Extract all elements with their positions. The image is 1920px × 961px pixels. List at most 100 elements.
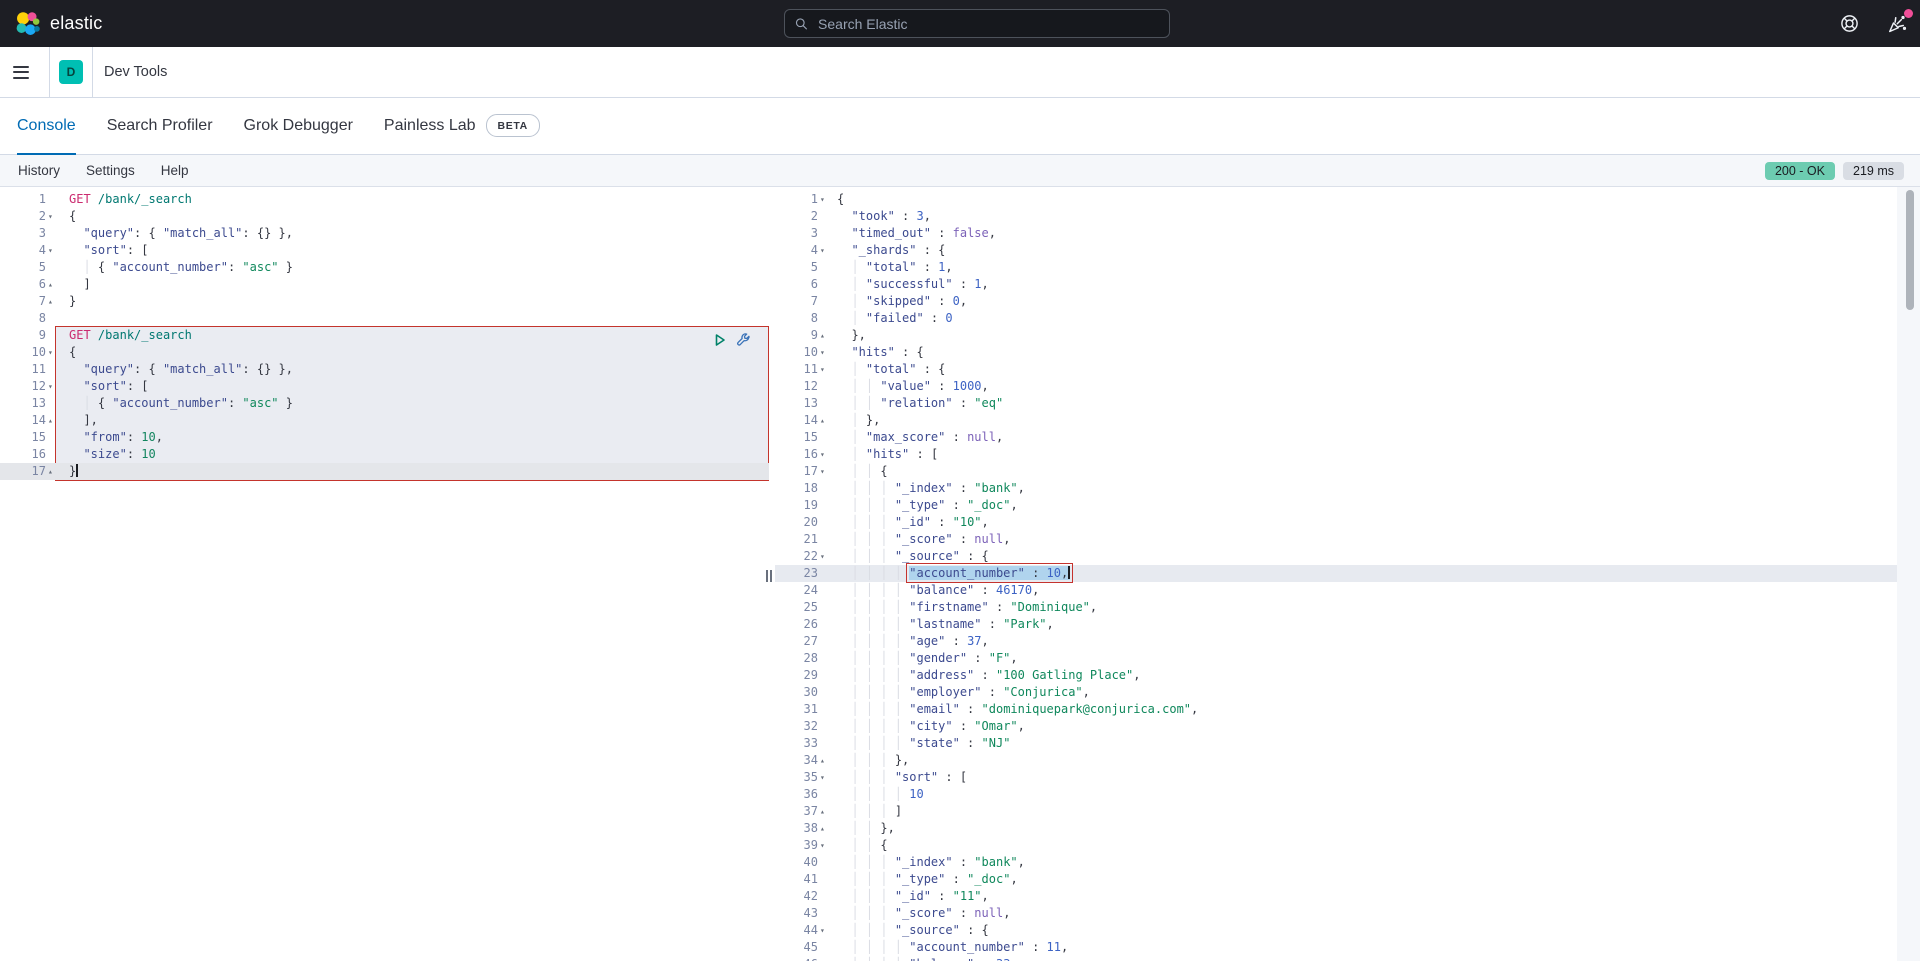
help-button[interactable]: [1836, 11, 1862, 37]
code-text[interactable]: {: [57, 344, 775, 361]
code-text[interactable]: │ │ │ │ "state" : "NJ": [829, 735, 1920, 752]
code-text[interactable]: │ │ │ },: [829, 752, 1920, 769]
code-text[interactable]: │ │ {: [829, 837, 1920, 854]
code-text[interactable]: }: [57, 293, 775, 310]
fold-arrow[interactable]: ▾: [818, 344, 829, 361]
code-text[interactable]: │ │ │ │ "gender" : "F",: [829, 650, 1920, 667]
code-text[interactable]: │ │ │ "_score" : null,: [829, 905, 1920, 922]
code-text[interactable]: "timed_out" : false,: [829, 225, 1920, 242]
code-text[interactable]: │ │ │ "sort" : [: [829, 769, 1920, 786]
code-text[interactable]: ],: [57, 412, 775, 429]
history-link[interactable]: History: [18, 163, 60, 178]
search-input[interactable]: [816, 15, 1159, 33]
code-text[interactable]: │ │ │ │ "account_number" : 10,: [829, 565, 1920, 582]
pane-resizer[interactable]: [762, 187, 775, 961]
code-text[interactable]: │ "failed" : 0: [829, 310, 1920, 327]
code-text[interactable]: │ │ │ "_type" : "_doc",: [829, 497, 1920, 514]
code-text[interactable]: │ │ │ │ "balance" : 46170,: [829, 582, 1920, 599]
code-text[interactable]: │ │ │ ]: [829, 803, 1920, 820]
fold-arrow[interactable]: ▴: [46, 293, 57, 310]
tab-grok-debugger[interactable]: Grok Debugger: [244, 98, 353, 155]
fold-arrow[interactable]: ▴: [818, 820, 829, 837]
elastic-logo[interactable]: elastic: [15, 11, 102, 37]
request-editor-lines[interactable]: 1GET /bank/_search2▾{3 "query": { "match…: [0, 191, 775, 480]
fold-arrow[interactable]: ▴: [818, 327, 829, 344]
tab-painless-lab[interactable]: Painless Lab BETA: [384, 98, 540, 155]
fold-arrow[interactable]: ▾: [818, 922, 829, 939]
response-lines[interactable]: 1▾{2 "took" : 3,3 "timed_out" : false,4▾…: [775, 191, 1920, 961]
code-text[interactable]: │ "total" : {: [829, 361, 1920, 378]
fold-arrow[interactable]: ▾: [818, 361, 829, 378]
code-text[interactable]: }: [57, 463, 775, 480]
fold-arrow[interactable]: ▴: [818, 803, 829, 820]
code-text[interactable]: "took" : 3,: [829, 208, 1920, 225]
code-text[interactable]: "size": 10: [57, 446, 775, 463]
code-text[interactable]: "query": { "match_all": {} },: [57, 361, 775, 378]
fold-arrow[interactable]: ▾: [46, 208, 57, 225]
code-text[interactable]: "from": 10,: [57, 429, 775, 446]
fold-arrow[interactable]: ▾: [818, 463, 829, 480]
code-text[interactable]: │ │ │ "_source" : {: [829, 548, 1920, 565]
fold-arrow[interactable]: ▾: [818, 446, 829, 463]
code-text[interactable]: "_shards" : {: [829, 242, 1920, 259]
code-text[interactable]: │ │ "value" : 1000,: [829, 378, 1920, 395]
code-text[interactable]: │ │ │ │ "balance" : 33: [829, 956, 1920, 961]
response-scrollbar-thumb[interactable]: [1906, 190, 1914, 310]
code-text[interactable]: │ │ │ "_index" : "bank",: [829, 854, 1920, 871]
code-text[interactable]: │ │ │ "_type" : "_doc",: [829, 871, 1920, 888]
fold-arrow[interactable]: ▴: [46, 276, 57, 293]
code-text[interactable]: │ "successful" : 1,: [829, 276, 1920, 293]
fold-arrow[interactable]: ▴: [46, 463, 57, 480]
global-search[interactable]: [784, 9, 1170, 38]
fold-arrow[interactable]: ▾: [818, 837, 829, 854]
fold-arrow[interactable]: ▴: [46, 412, 57, 429]
settings-link[interactable]: Settings: [86, 163, 135, 178]
code-text[interactable]: │ │ {: [829, 463, 1920, 480]
response-pane[interactable]: 1▾{2 "took" : 3,3 "timed_out" : false,4▾…: [775, 187, 1920, 961]
code-text[interactable]: │ { "account_number": "asc" }: [57, 395, 775, 412]
code-text[interactable]: │ │ },: [829, 820, 1920, 837]
code-text[interactable]: "sort": [: [57, 378, 775, 395]
fold-arrow[interactable]: ▴: [818, 752, 829, 769]
code-text[interactable]: "query": { "match_all": {} },: [57, 225, 775, 242]
fold-arrow[interactable]: ▾: [46, 344, 57, 361]
code-text[interactable]: │ │ │ │ "account_number" : 11,: [829, 939, 1920, 956]
code-text[interactable]: │ },: [829, 412, 1920, 429]
code-text[interactable]: │ │ │ │ "age" : 37,: [829, 633, 1920, 650]
fold-arrow[interactable]: ▾: [818, 242, 829, 259]
code-text[interactable]: │ { "account_number": "asc" }: [57, 259, 775, 276]
newsfeed-button[interactable]: [1884, 11, 1910, 37]
code-text[interactable]: GET /bank/_search: [57, 327, 775, 344]
code-text[interactable]: │ │ │ │ "firstname" : "Dominique",: [829, 599, 1920, 616]
code-text[interactable]: │ │ │ │ "address" : "100 Gatling Place",: [829, 667, 1920, 684]
fold-arrow[interactable]: ▾: [46, 242, 57, 259]
help-link[interactable]: Help: [161, 163, 189, 178]
code-text[interactable]: │ │ │ │ "city" : "Omar",: [829, 718, 1920, 735]
code-text[interactable]: {: [829, 191, 1920, 208]
tab-console[interactable]: Console: [17, 98, 76, 155]
code-text[interactable]: │ │ │ "_id" : "10",: [829, 514, 1920, 531]
code-text[interactable]: │ "total" : 1,: [829, 259, 1920, 276]
fold-arrow[interactable]: ▾: [818, 548, 829, 565]
code-text[interactable]: │ │ "relation" : "eq": [829, 395, 1920, 412]
code-text[interactable]: },: [829, 327, 1920, 344]
code-text[interactable]: │ │ │ │ "lastname" : "Park",: [829, 616, 1920, 633]
code-text[interactable]: {: [57, 208, 775, 225]
send-request-button[interactable]: [712, 332, 728, 348]
code-text[interactable]: │ "hits" : [: [829, 446, 1920, 463]
code-text[interactable]: [57, 310, 775, 327]
code-text[interactable]: ]: [57, 276, 775, 293]
code-text[interactable]: │ "max_score" : null,: [829, 429, 1920, 446]
fold-arrow[interactable]: ▾: [46, 378, 57, 395]
request-editor-pane[interactable]: 1GET /bank/_search2▾{3 "query": { "match…: [0, 187, 775, 961]
fold-arrow[interactable]: ▾: [818, 769, 829, 786]
fold-arrow[interactable]: ▴: [818, 412, 829, 429]
code-text[interactable]: │ │ │ │ "email" : "dominiquepark@conjuri…: [829, 701, 1920, 718]
request-options-button[interactable]: [735, 332, 751, 348]
code-text[interactable]: "sort": [: [57, 242, 775, 259]
code-text[interactable]: │ │ │ "_id" : "11",: [829, 888, 1920, 905]
menu-hamburger-button[interactable]: [13, 47, 49, 97]
code-text[interactable]: │ │ │ "_index" : "bank",: [829, 480, 1920, 497]
code-text[interactable]: GET /bank/_search: [57, 191, 775, 208]
code-text[interactable]: "hits" : {: [829, 344, 1920, 361]
